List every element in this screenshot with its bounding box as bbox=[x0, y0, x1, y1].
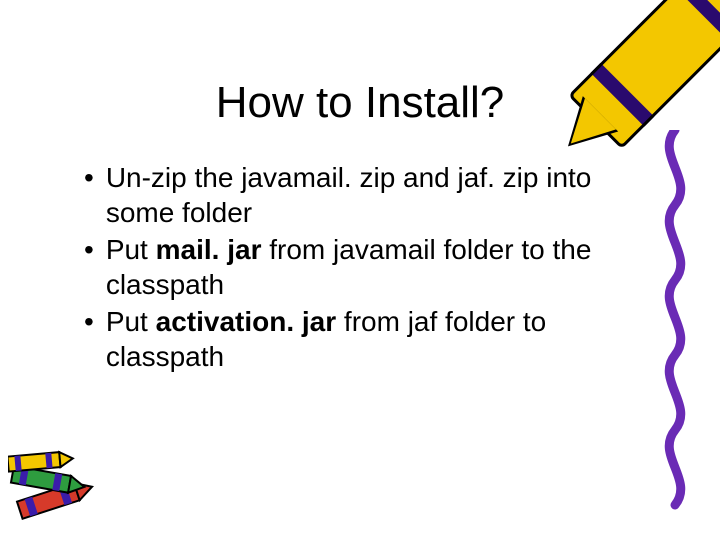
bullet-text: Un-zip the javamail. zip and jaf. zip in… bbox=[106, 160, 640, 230]
slide: How to Install? • Un-zip the javamail. z… bbox=[0, 0, 720, 540]
bullet-dot: • bbox=[84, 232, 94, 267]
bullet-item: • Un-zip the javamail. zip and jaf. zip … bbox=[80, 160, 640, 230]
slide-body: • Un-zip the javamail. zip and jaf. zip … bbox=[80, 160, 640, 376]
purple-squiggle-decoration bbox=[650, 130, 700, 510]
slide-title: How to Install? bbox=[0, 78, 720, 128]
bullet-item: • Put mail. jar from javamail folder to … bbox=[80, 232, 640, 302]
bullet-item: • Put activation. jar from jaf folder to… bbox=[80, 304, 640, 374]
bullet-dot: • bbox=[84, 304, 94, 339]
bullet-text: Put mail. jar from javamail folder to th… bbox=[106, 232, 640, 302]
bullet-text: Put activation. jar from jaf folder to c… bbox=[106, 304, 640, 374]
bullet-dot: • bbox=[84, 160, 94, 195]
crayon-pile-decoration bbox=[8, 410, 128, 530]
